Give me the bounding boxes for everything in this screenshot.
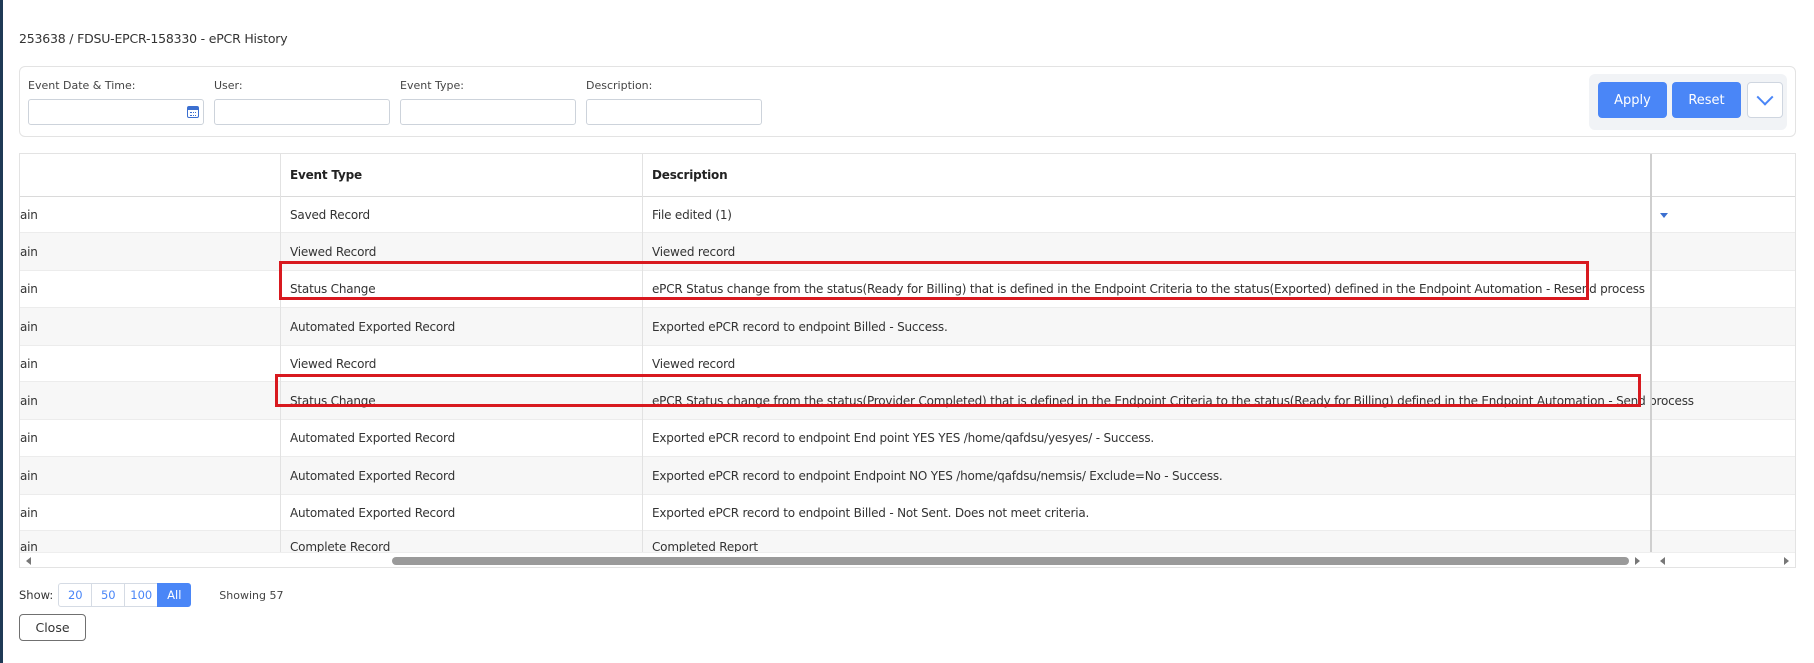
cell-user: ain	[20, 319, 38, 334]
pagination: Show: 20 50 100 All Showing 57	[19, 583, 283, 607]
cell-user: ain	[20, 356, 38, 371]
user-filter: User:	[214, 79, 390, 125]
table-row[interactable]: ain Viewed Record Viewed record	[20, 233, 1795, 271]
cell-user: ain	[20, 431, 38, 445]
cell-description: Exported ePCR record to endpoint Endpoin…	[652, 468, 1223, 483]
cell-event-type: Status Change	[290, 282, 376, 296]
cell-event-type: Automated Exported Record	[290, 431, 455, 445]
reset-button[interactable]: Reset	[1672, 82, 1741, 118]
expand-filters-button[interactable]	[1747, 82, 1783, 118]
table-row[interactable]: ain Viewed Record Viewed record	[20, 346, 1795, 382]
chevron-down-icon	[1756, 88, 1774, 106]
cell-user: ain	[20, 207, 38, 222]
scroll-left-icon[interactable]	[1660, 557, 1665, 565]
cell-user: ain	[20, 244, 38, 259]
horizontal-scrollbar[interactable]	[20, 552, 1795, 567]
frozen-column-divider	[1650, 154, 1652, 567]
cell-event-type: Status Change	[290, 393, 376, 408]
show-label: Show:	[19, 588, 54, 602]
page-title: 253638 / FDSU-EPCR-158330 - ePCR History	[19, 31, 288, 46]
cell-event-type: Automated Exported Record	[290, 468, 455, 483]
description-input[interactable]	[586, 99, 762, 125]
table-row[interactable]: ain Automated Exported Record Exported e…	[20, 308, 1795, 346]
event-type-filter: Event Type:	[400, 79, 576, 125]
event-date-filter: Event Date & Time:	[28, 79, 204, 125]
dropdown-caret-icon[interactable]	[1660, 212, 1668, 218]
table-row[interactable]: ain Automated Exported Record Exported e…	[20, 420, 1795, 457]
apply-button[interactable]: Apply	[1598, 82, 1667, 118]
filter-panel: Event Date & Time: User: Event Type: Des…	[19, 66, 1796, 137]
cell-description: Viewed record	[652, 244, 736, 259]
cell-description: Exported ePCR record to endpoint Billed …	[652, 505, 1090, 520]
cell-event-type: Viewed Record	[290, 244, 377, 259]
page-size-20[interactable]: 20	[58, 583, 93, 607]
column-header-event-type[interactable]: Event Type	[290, 168, 362, 182]
cell-description: Exported ePCR record to endpoint Billed …	[652, 319, 948, 334]
page-size-50[interactable]: 50	[91, 583, 126, 607]
table-row[interactable]: ain Saved Record File edited (1)	[20, 197, 1795, 233]
column-divider	[642, 154, 643, 552]
table-row[interactable]: ain Status Change ePCR Status change fro…	[20, 382, 1795, 420]
cell-user: ain	[20, 468, 38, 483]
cell-user: ain	[20, 393, 38, 408]
history-table: Event Type Description ain Saved Record …	[19, 153, 1796, 568]
scroll-right-icon[interactable]	[1784, 557, 1789, 565]
filter-button-group: Apply Reset	[1589, 74, 1787, 130]
window-edge	[0, 0, 3, 663]
cell-event-type: Automated Exported Record	[290, 505, 455, 520]
cell-description: Viewed record	[652, 356, 736, 371]
cell-user: ain	[20, 505, 38, 520]
column-divider	[280, 154, 281, 552]
scrollbar-thumb[interactable]	[392, 557, 1629, 565]
description-label: Description:	[586, 79, 653, 92]
cell-description: ePCR Status change from the status(Ready…	[652, 282, 1645, 296]
event-date-label: Event Date & Time:	[28, 79, 136, 92]
page-size-100[interactable]: 100	[124, 583, 159, 607]
calendar-icon[interactable]	[187, 106, 199, 118]
column-header-description[interactable]: Description	[652, 168, 728, 182]
scroll-left-icon[interactable]	[26, 557, 31, 565]
cell-description: File edited (1)	[652, 207, 732, 222]
table-header: Event Type Description	[20, 154, 1795, 197]
table-row[interactable]: ain Status Change ePCR Status change fro…	[20, 271, 1795, 308]
cell-description: ePCR Status change from the status(Provi…	[652, 393, 1694, 408]
event-date-input[interactable]	[28, 99, 204, 125]
cell-event-type: Automated Exported Record	[290, 319, 455, 334]
cell-user: ain	[20, 282, 38, 296]
table-row[interactable]: ain Automated Exported Record Exported e…	[20, 457, 1795, 495]
user-input[interactable]	[214, 99, 390, 125]
user-label: User:	[214, 79, 243, 92]
event-type-label: Event Type:	[400, 79, 464, 92]
cell-event-type: Saved Record	[290, 207, 370, 222]
showing-count: Showing 57	[219, 588, 284, 602]
event-type-input[interactable]	[400, 99, 576, 125]
table-row[interactable]: ain Automated Exported Record Exported e…	[20, 495, 1795, 531]
page-size-all[interactable]: All	[157, 583, 192, 607]
cell-description: Exported ePCR record to endpoint End poi…	[652, 431, 1155, 445]
description-filter: Description:	[586, 79, 762, 125]
cell-event-type: Viewed Record	[290, 356, 377, 371]
scroll-right-icon[interactable]	[1635, 557, 1640, 565]
close-button[interactable]: Close	[19, 614, 86, 641]
